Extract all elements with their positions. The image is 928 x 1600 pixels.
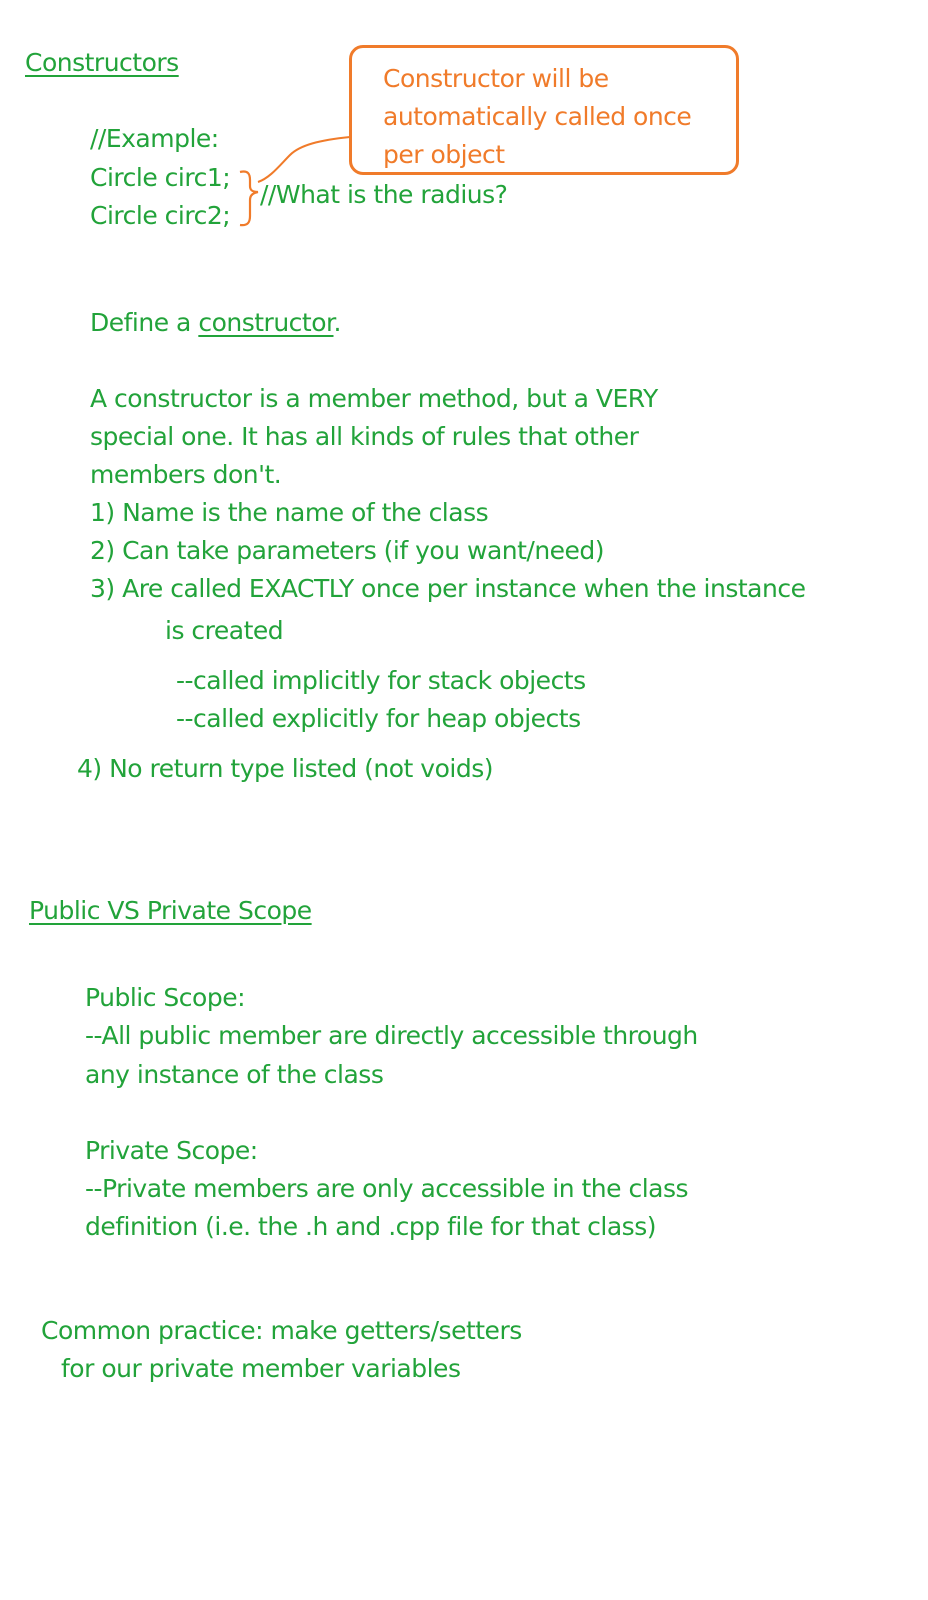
rule-1: 1) Name is the name of the class	[90, 498, 489, 527]
paragraph-line-2: special one. It has all kinds of rules t…	[90, 422, 639, 451]
rule-4: 4) No return type listed (not voids)	[77, 754, 493, 783]
radius-comment: //What is the radius?	[260, 180, 508, 209]
paragraph-line-3: members don't.	[90, 460, 282, 489]
define-suffix: .	[333, 308, 342, 337]
public-scope-line-1: --All public member are directly accessi…	[85, 1021, 698, 1050]
private-scope-line-2: definition (i.e. the .h and .cpp file fo…	[85, 1212, 657, 1241]
sub-point-heap: --called explicitly for heap objects	[176, 704, 581, 733]
code-line-circ2: Circle circ2;	[90, 201, 231, 230]
common-practice-line-2: for our private member variables	[61, 1354, 461, 1383]
define-prefix: Define a	[90, 308, 199, 337]
rule-2: 2) Can take parameters (if you want/need…	[90, 536, 605, 565]
constructor-term: constructor	[198, 308, 334, 337]
public-scope-title: Public Scope:	[85, 983, 246, 1012]
rule-3-line-1: 3) Are called EXACTLY once per instance …	[90, 574, 806, 603]
common-practice-line-1: Common practice: make getters/setters	[41, 1316, 522, 1345]
public-scope-line-2: any instance of the class	[85, 1060, 384, 1089]
private-scope-line-1: --Private members are only accessible in…	[85, 1174, 689, 1203]
sub-point-stack: --called implicitly for stack objects	[176, 666, 586, 695]
scope-heading: Public VS Private Scope	[29, 896, 312, 925]
paragraph-line-1: A constructor is a member method, but a …	[90, 384, 658, 413]
example-comment: //Example:	[90, 124, 219, 153]
rule-3-line-2: is created	[165, 616, 284, 645]
code-line-circ1: Circle circ1;	[90, 163, 231, 192]
define-constructor-line: Define a constructor.	[90, 304, 341, 342]
private-scope-title: Private Scope:	[85, 1136, 258, 1165]
